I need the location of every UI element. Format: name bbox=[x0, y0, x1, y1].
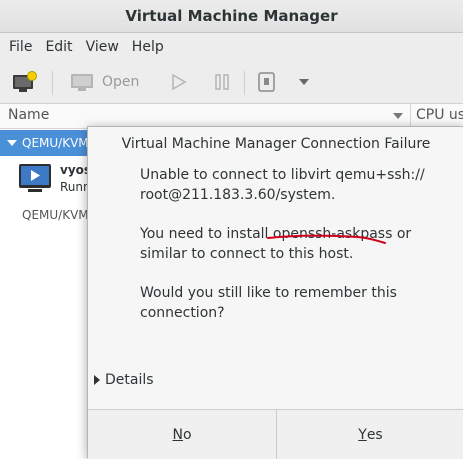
expander-icon[interactable] bbox=[7, 140, 17, 146]
hint-suffix: or bbox=[392, 226, 412, 242]
shutdown-button[interactable] bbox=[257, 61, 277, 103]
pause-icon bbox=[215, 74, 229, 90]
expander-arrow-icon bbox=[94, 375, 100, 385]
error-line-2: root@211.183.3.60/system. bbox=[140, 187, 336, 203]
power-icon bbox=[258, 72, 275, 92]
menu-file[interactable]: File bbox=[9, 39, 32, 55]
hint-line-2: similar to connect to this host. bbox=[140, 246, 354, 262]
new-vm-button[interactable] bbox=[12, 61, 38, 103]
connection-failure-dialog: Virtual Machine Manager Connection Failu… bbox=[87, 126, 463, 459]
menu-help[interactable]: Help bbox=[132, 39, 164, 55]
yes-button[interactable]: Yes bbox=[277, 410, 463, 459]
connection-label: QEMU/KVM bbox=[22, 136, 89, 150]
pause-button[interactable] bbox=[214, 61, 230, 103]
open-button[interactable]: Open bbox=[70, 61, 139, 103]
window-title: Virtual Machine Manager bbox=[125, 7, 338, 25]
shutdown-dropdown[interactable] bbox=[298, 61, 310, 103]
error-line-1: Unable to connect to libvirt qemu+ssh:// bbox=[140, 167, 425, 183]
window-titlebar: Virtual Machine Manager bbox=[0, 0, 463, 33]
details-expander[interactable]: Details bbox=[94, 372, 154, 388]
column-cpu[interactable]: CPU us bbox=[416, 107, 463, 123]
no-button[interactable]: No bbox=[88, 410, 276, 459]
menu-view[interactable]: View bbox=[86, 39, 119, 55]
dialog-message: Unable to connect to libvirt qemu+ssh://… bbox=[140, 165, 440, 342]
vm-monitor-icon bbox=[19, 164, 51, 192]
play-icon bbox=[172, 73, 187, 91]
dialog-title: Virtual Machine Manager Connection Failu… bbox=[121, 136, 431, 152]
new-vm-icon bbox=[13, 71, 37, 92]
connection-row-2[interactable]: QEMU/KVM: bbox=[22, 208, 93, 222]
toolbar: Open bbox=[0, 61, 463, 104]
sort-arrow-icon bbox=[393, 113, 403, 119]
monitor-icon bbox=[71, 74, 93, 91]
hint-prefix: You need to install bbox=[140, 226, 273, 242]
details-label: Details bbox=[105, 372, 154, 388]
menubar: File Edit View Help bbox=[0, 33, 463, 61]
question-line-2: connection? bbox=[140, 305, 225, 321]
open-label: Open bbox=[102, 74, 140, 90]
dialog-button-row: No Yes bbox=[88, 409, 463, 459]
menu-edit[interactable]: Edit bbox=[45, 39, 72, 55]
red-underline-annotation bbox=[267, 234, 386, 244]
chevron-down-icon bbox=[299, 79, 309, 85]
question-line-1: Would you still like to remember this bbox=[140, 285, 397, 301]
column-name[interactable]: Name bbox=[8, 107, 49, 123]
run-button[interactable] bbox=[170, 61, 188, 103]
